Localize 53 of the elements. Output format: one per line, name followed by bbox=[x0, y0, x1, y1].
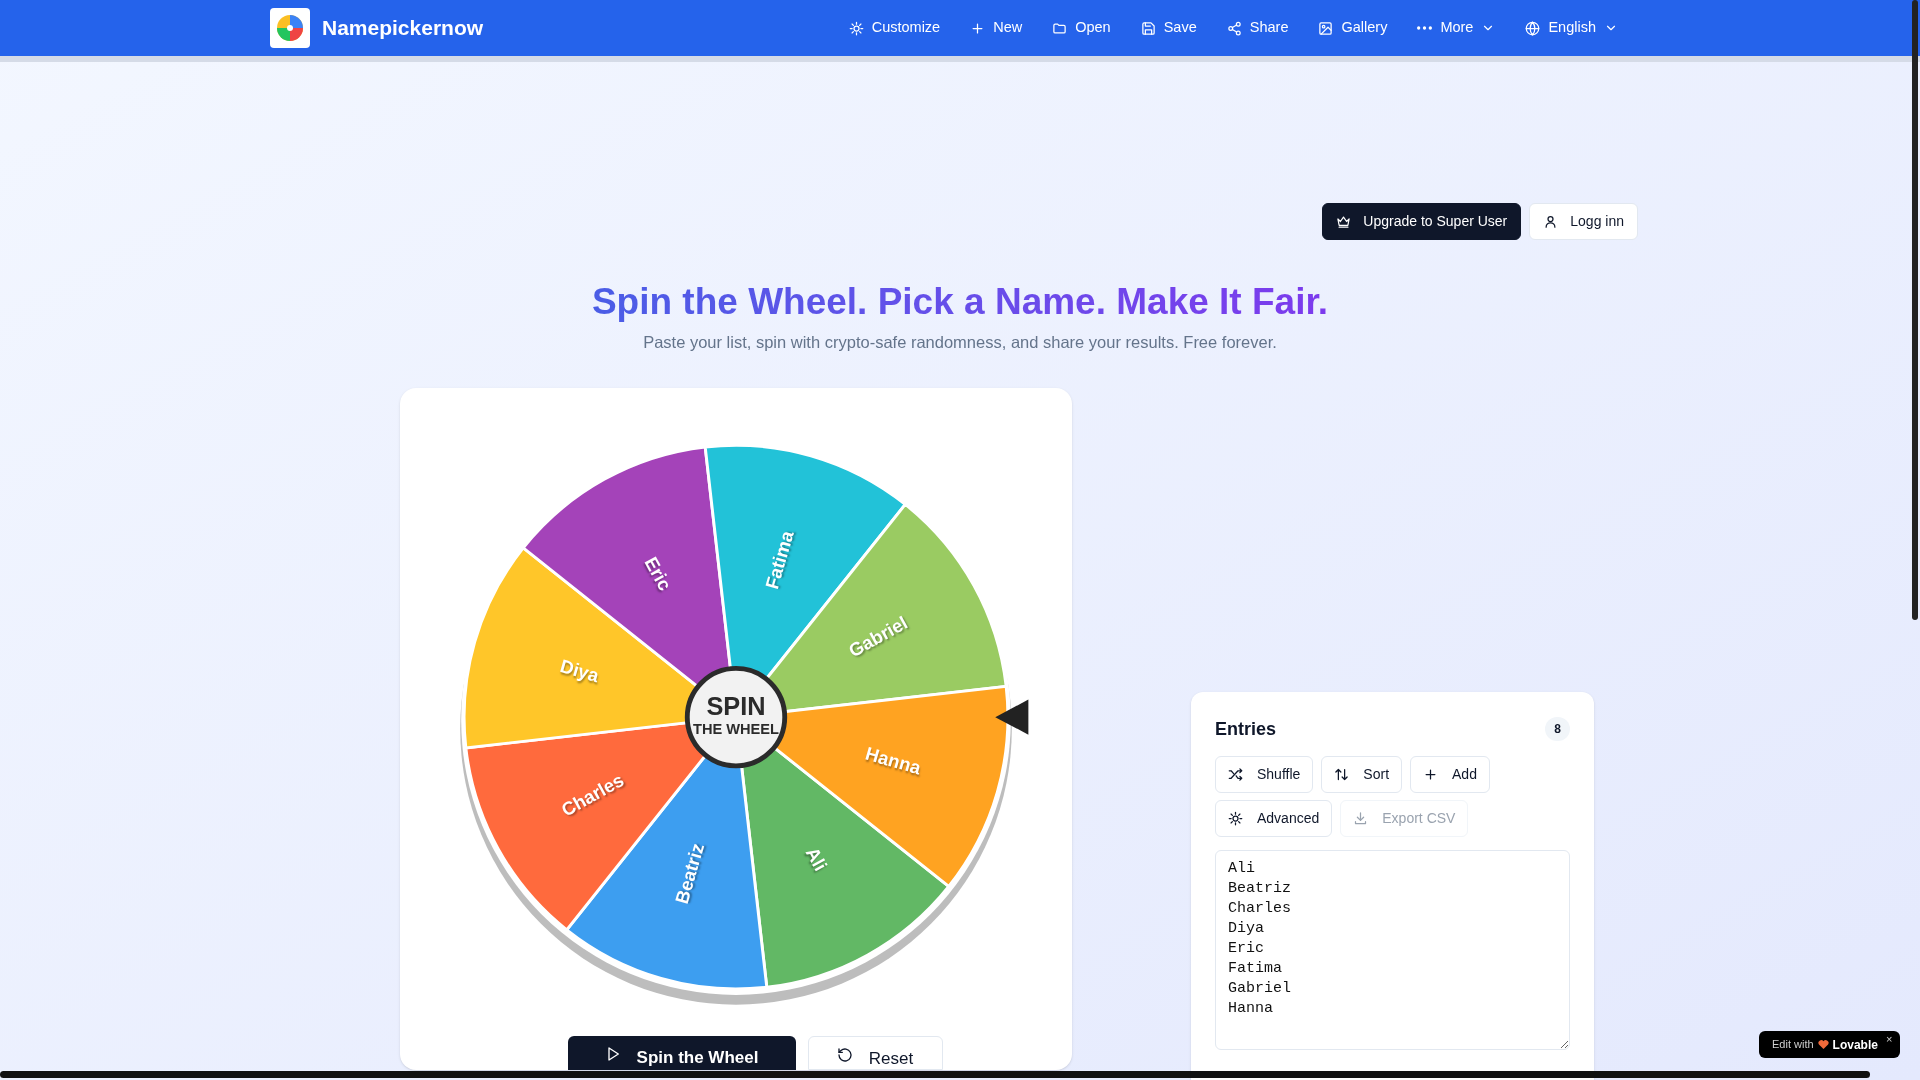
nav-item[interactable]: Open bbox=[1040, 10, 1123, 46]
settings-icon bbox=[1228, 810, 1243, 826]
entries-action-button[interactable]: Shuffle bbox=[1215, 755, 1314, 793]
segment-label: Beatriz bbox=[670, 840, 709, 906]
vertical-scrollbar[interactable] bbox=[1912, 0, 1918, 620]
hero-subtitle: Paste your list, spin with crypto-safe randomness, and share your results. Free forever. bbox=[642, 332, 1278, 353]
close-icon[interactable]: × bbox=[1885, 1031, 1893, 1048]
site-title[interactable]: Namepickernow bbox=[322, 12, 484, 44]
pointer-icon bbox=[995, 699, 1029, 735]
shuffle-icon bbox=[1228, 766, 1243, 782]
sort-icon bbox=[1334, 766, 1350, 782]
spin-hub[interactable] bbox=[684, 665, 788, 769]
hub-label: THE WHEEL bbox=[693, 720, 779, 737]
entries-action-button[interactable]: Advanced bbox=[1215, 799, 1333, 837]
badge-label: Edit with bbox=[1772, 1037, 1814, 1053]
download-icon bbox=[1353, 810, 1369, 826]
settings-icon bbox=[848, 20, 864, 36]
nav-item[interactable]: Gallery bbox=[1306, 10, 1400, 46]
nav-item[interactable]: Save bbox=[1128, 10, 1209, 46]
segment-label: Ali bbox=[801, 843, 832, 875]
heart-icon bbox=[1817, 1039, 1829, 1050]
crown-icon bbox=[1336, 214, 1352, 229]
reset-button[interactable]: Reset bbox=[807, 1035, 943, 1070]
nav-item[interactable]: Customize bbox=[836, 10, 953, 46]
segment-label: Fatima bbox=[761, 528, 798, 592]
share-icon bbox=[1226, 20, 1242, 36]
nav-item[interactable]: New bbox=[958, 10, 1035, 46]
folder-icon bbox=[1052, 20, 1068, 36]
nav-item[interactable]: English bbox=[1513, 10, 1630, 46]
nav-item[interactable]: Share bbox=[1214, 10, 1301, 46]
undo-icon bbox=[836, 1046, 853, 1063]
segment-label: Eric bbox=[640, 553, 676, 594]
upgrade-button[interactable]: Upgrade to Super User bbox=[1322, 203, 1522, 240]
logo-icon[interactable] bbox=[270, 8, 310, 48]
image-icon bbox=[1318, 20, 1334, 36]
hub-label: SPIN bbox=[706, 691, 766, 720]
plus-icon bbox=[970, 20, 986, 36]
entries-textarea[interactable]: Ali Beatriz Charles Diya Eric Fatima Gabriel Hanna bbox=[1215, 849, 1570, 1050]
badge-brand: Lovable bbox=[1832, 1036, 1878, 1054]
spin-button[interactable]: Spin the Wheel bbox=[567, 1035, 796, 1070]
more-icon bbox=[1417, 26, 1433, 30]
login-button[interactable]: Logg inn bbox=[1529, 203, 1638, 240]
segment-label: Diya bbox=[557, 654, 602, 686]
plus-icon bbox=[1423, 766, 1439, 782]
entries-action-button[interactable]: Add bbox=[1410, 755, 1490, 793]
nav-item[interactable]: More bbox=[1405, 10, 1508, 46]
globe-icon bbox=[1525, 20, 1541, 36]
edit-with-badge[interactable]: Edit with Lovable × bbox=[1759, 1031, 1900, 1058]
entries-count: 8 bbox=[1545, 717, 1570, 742]
entries-action-button[interactable]: Sort bbox=[1321, 755, 1403, 793]
entries-title: Entries bbox=[1215, 717, 1277, 741]
horizontal-scrollbar[interactable] bbox=[0, 1071, 1870, 1078]
segment-label: Hanna bbox=[863, 742, 924, 779]
